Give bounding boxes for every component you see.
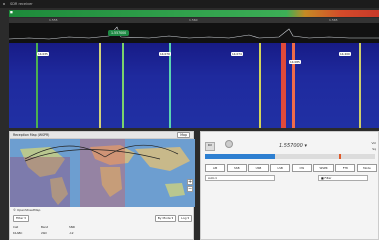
map-attribution: © OpenStreetMap [13, 208, 41, 212]
window-title: SDR receiver [10, 2, 33, 6]
table-header[interactable]: Band [41, 225, 69, 229]
table-cell: K1ABC [13, 231, 23, 235]
scale-tick: 1.555 [49, 18, 58, 22]
mode-dropdown[interactable]: By Mode ▾ [154, 215, 177, 222]
signal-trace [122, 43, 124, 128]
mode-button-cw[interactable]: CW [291, 164, 312, 172]
tuned-frequency-marker[interactable]: 1.557000 [108, 30, 130, 36]
signal-trace [281, 43, 286, 128]
waterfall-display[interactable]: 14.035 14.070 14.074 14.085 14.200 [9, 43, 379, 128]
map-toolbar: Filter ▾ By Mode ▾ Log ▾ [10, 215, 195, 222]
log-dropdown[interactable]: Log ▾ [178, 215, 192, 222]
meter-peak-marker [339, 154, 341, 159]
zoom-in-button[interactable]: + [187, 179, 193, 185]
table-header[interactable]: SNR [69, 225, 97, 229]
filter-select[interactable]: ■ Filter [318, 175, 368, 181]
rx-indicator[interactable]: RX [205, 142, 215, 151]
spectrum-display[interactable] [8, 23, 379, 43]
mode-button-wspr[interactable]: WSPR [313, 164, 334, 172]
signal-meter-fill [205, 154, 275, 159]
signal-trace [99, 43, 101, 128]
map-menu-button[interactable]: Map [177, 132, 190, 138]
menu-icon[interactable] [3, 3, 5, 5]
window-titlebar: SDR receiver [0, 0, 379, 8]
select-row: Auto ▾ ■ Filter [205, 175, 377, 181]
signal-meter-track[interactable] [275, 154, 375, 159]
map-panel-title: Reception Map (WSPR) [13, 133, 50, 137]
signal-trace [359, 43, 361, 128]
map-panel-header: Reception Map (WSPR) Map [10, 132, 193, 139]
mode-button-usb[interactable]: USB [248, 164, 269, 172]
spots-table: Call Band SNR K1ABC 20m -12 [13, 224, 192, 236]
reception-map[interactable]: + − [10, 139, 195, 207]
signal-trace [292, 43, 295, 128]
table-cell: 20m [41, 231, 48, 235]
world-map-svg [10, 139, 195, 207]
table-cell: -12 [69, 231, 74, 235]
waterfall-label[interactable]: 14.074 [231, 52, 243, 56]
signal-level-bar [9, 10, 379, 17]
waterfall-label[interactable]: 14.070 [159, 52, 171, 56]
spectrum-trace [8, 26, 379, 40]
mode-button-ssb[interactable]: SSB [226, 164, 247, 172]
waterfall-label[interactable]: 14.035 [37, 52, 49, 56]
scale-tick: 1.560 [189, 18, 198, 22]
volume-label: Vol [371, 141, 377, 145]
level-bar-label: ■ [10, 10, 13, 14]
mode-button-row: AM SSB USB LSB CW WSPR FT8 Mode [205, 164, 377, 172]
power-button[interactable] [225, 140, 233, 148]
scale-tick: 1.565 [329, 18, 338, 22]
receiver-control-panel: RX 1.557000 ▾ Vol Sq AM SSB USB LSB CW W… [200, 131, 379, 240]
mode-select[interactable]: Auto ▾ [205, 175, 275, 181]
signal-trace [259, 43, 261, 128]
waterfall-label[interactable]: 14.200 [339, 52, 351, 56]
map-panel: Reception Map (WSPR) Map + − © OpenStree… [9, 131, 195, 240]
mode-button-ft8[interactable]: FT8 [335, 164, 356, 172]
zoom-out-button[interactable]: − [187, 186, 193, 192]
mode-button-am[interactable]: AM [205, 164, 226, 172]
filter-dropdown[interactable]: Filter ▾ [13, 215, 29, 222]
mode-button-more[interactable]: Mode [356, 164, 377, 172]
table-header[interactable]: Call [13, 225, 41, 229]
frequency-display[interactable]: 1.557000 ▾ [279, 143, 307, 149]
mode-button-lsb[interactable]: LSB [270, 164, 291, 172]
waterfall-label[interactable]: 14.085 [289, 60, 301, 64]
squelch-label: Sq [372, 147, 376, 151]
table-row[interactable]: K1ABC 20m -12 [13, 230, 192, 236]
night-zone [10, 157, 70, 207]
